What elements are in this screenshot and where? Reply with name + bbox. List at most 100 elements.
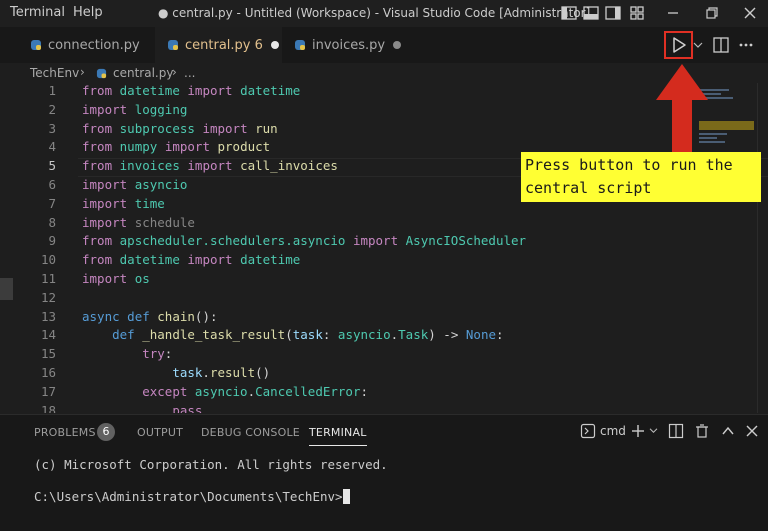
run-button-highlight-box (664, 31, 693, 59)
unsaved-dot-icon[interactable] (270, 41, 279, 49)
tab-problems[interactable]: PROBLEMS (34, 426, 96, 439)
menu-help[interactable]: Help (73, 5, 103, 20)
restore-icon[interactable] (703, 4, 721, 22)
toggle-primary-sidebar-icon[interactable] (560, 4, 578, 22)
code-line[interactable]: 1 from datetime import datetime (0, 83, 760, 102)
code-text: from subprocess import run (82, 120, 278, 136)
split-terminal-icon[interactable] (668, 423, 684, 439)
bottom-panel: PROBLEMS 6 OUTPUT DEBUG CONSOLE TERMINAL… (0, 414, 768, 531)
tab-central[interactable]: central.py 6 (155, 27, 282, 63)
code-line[interactable]: 2 import logging (0, 102, 760, 121)
toggle-panel-icon[interactable] (582, 4, 600, 22)
code-line[interactable]: 18 pass (0, 403, 760, 413)
terminal-cursor (342, 489, 350, 504)
code-text: import schedule (82, 214, 195, 230)
line-number: 13 (40, 308, 56, 324)
line-number: 17 (40, 383, 56, 399)
code-line[interactable]: 3 from subprocess import run (0, 121, 760, 140)
chevron-right-icon: › (172, 65, 177, 79)
unsaved-dot-icon[interactable] (393, 41, 402, 49)
more-actions-icon[interactable] (738, 36, 754, 54)
code-line[interactable]: 10 from datetime import datetime (0, 252, 760, 271)
line-number: 6 (48, 177, 56, 192)
line-number: 14 (40, 327, 56, 343)
line-number: 2 (48, 101, 56, 117)
line-number: 9 (48, 233, 56, 249)
terminal-prompt-line[interactable]: C:\Users\Administrator\Documents\TechEnv… (34, 489, 350, 504)
tab-invoices[interactable]: invoices.py (282, 27, 407, 63)
line-number: 12 (40, 289, 56, 305)
tab-output[interactable]: OUTPUT (137, 426, 183, 439)
toggle-secondary-sidebar-icon[interactable] (604, 4, 622, 22)
code-line[interactable]: 8 import schedule (0, 215, 760, 234)
code-text: from apscheduler.schedulers.asyncio impo… (82, 233, 527, 249)
line-number: 3 (48, 120, 56, 136)
terminal-shell-label[interactable]: cmd (600, 424, 626, 438)
chevron-right-icon: › (80, 65, 85, 79)
code-line[interactable]: 12 (0, 290, 760, 309)
terminal-shell-icon (580, 423, 596, 439)
new-terminal-plus-icon[interactable] (630, 423, 646, 439)
python-file-icon (31, 40, 41, 50)
breadcrumb-file[interactable]: central.py (113, 66, 173, 80)
code-text: from numpy import product (82, 139, 271, 155)
instruction-callout: Press button to run the central script (521, 152, 761, 202)
maximize-panel-chevron-icon[interactable] (721, 424, 735, 438)
line-number: 18 (40, 402, 56, 413)
code-text: from datetime import datetime (82, 83, 301, 98)
minimize-icon[interactable] (664, 4, 682, 22)
tab-label: invoices.py (312, 37, 386, 53)
problems-count-badge: 6 (97, 423, 115, 441)
tab-label: central.py 6 (185, 37, 263, 53)
code-text: task.result() (172, 365, 271, 380)
customize-layout-icon[interactable] (628, 4, 646, 22)
line-number: 8 (48, 214, 56, 230)
code-line[interactable]: 11 import os (0, 271, 760, 290)
code-text: try: (142, 346, 173, 362)
line-number: 1 (48, 83, 56, 98)
close-icon[interactable] (741, 4, 759, 22)
line-number: 4 (48, 139, 56, 155)
editor-tab-bar: connection.py central.py 6 invoices.py (0, 27, 768, 64)
code-text: import time (82, 195, 165, 211)
red-arrow-icon (656, 64, 708, 153)
terminal-line: (c) Microsoft Corporation. All rights re… (34, 457, 388, 472)
line-number: 15 (40, 346, 56, 362)
code-line[interactable]: 15 try: (0, 346, 760, 365)
line-number: 11 (40, 271, 56, 286)
terminal-dropdown-chevron-icon[interactable] (649, 427, 658, 434)
code-text: async def chain(): (82, 308, 218, 324)
code-text: import logging (82, 101, 188, 117)
code-text: import os (82, 271, 150, 286)
breadcrumb-folder[interactable]: TechEnv (30, 66, 79, 80)
line-number: 10 (40, 252, 56, 268)
python-file-icon (168, 40, 178, 50)
code-line[interactable]: 13 async def chain(): (0, 309, 760, 328)
tab-label: connection.py (48, 37, 140, 53)
code-line[interactable]: 16 task.result() (0, 365, 760, 384)
line-number: 16 (40, 365, 56, 380)
trash-icon[interactable] (694, 423, 710, 439)
tab-terminal[interactable]: TERMINAL (309, 426, 367, 446)
code-text: from datetime import datetime (82, 252, 301, 268)
tab-debug-console[interactable]: DEBUG CONSOLE (201, 426, 300, 439)
code-line[interactable]: 17 except asyncio.CancelledError: (0, 384, 760, 403)
code-text: import asyncio (82, 177, 188, 192)
line-number: 7 (48, 195, 56, 211)
python-file-icon (295, 40, 305, 50)
menu-terminal[interactable]: Terminal (10, 5, 65, 20)
run-dropdown-chevron-icon[interactable] (693, 41, 703, 49)
breadcrumb-more[interactable]: ... (184, 66, 195, 80)
code-text: except asyncio.CancelledError: (142, 383, 369, 399)
code-text: pass (172, 402, 203, 413)
code-text: def _handle_task_result(task: asyncio.Ta… (112, 327, 504, 343)
split-editor-icon[interactable] (712, 36, 730, 54)
tab-connection[interactable]: connection.py (0, 27, 155, 63)
window-title: ● central.py - Untitled (Workspace) - Vi… (158, 6, 591, 20)
title-bar: Terminal Help ● central.py - Untitled (W… (0, 0, 768, 27)
code-line[interactable]: 14 def _handle_task_result(task: asyncio… (0, 327, 760, 346)
close-panel-icon[interactable] (745, 424, 759, 438)
code-line[interactable]: 9 from apscheduler.schedulers.asyncio imp… (0, 233, 760, 252)
python-file-icon (96, 68, 107, 79)
code-text: from invoices import call_invoices (82, 158, 338, 174)
